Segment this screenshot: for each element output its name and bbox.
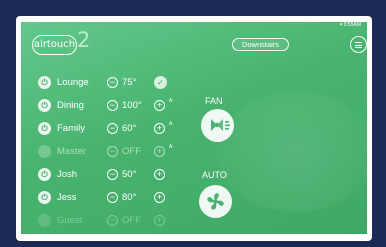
auto-mark: A — [169, 121, 173, 127]
zone-row-master: ⏻ Master − OFF + A — [38, 144, 208, 161]
auto-mark: A — [169, 98, 173, 104]
increase-button[interactable]: + — [154, 123, 165, 134]
mode-button[interactable] — [199, 185, 232, 218]
zone-row-jess: ⏻ Jess − 80° + — [38, 191, 208, 207]
fan-label: FAN — [205, 96, 223, 106]
decrease-button[interactable]: − — [107, 77, 118, 88]
decrease-button[interactable]: − — [107, 146, 118, 157]
zone-name: Jess — [57, 192, 77, 203]
app-screen: ▾ 9:55AM airtouch 2 Downstairs ⏻ Lounge … — [21, 22, 367, 234]
zone-value: 100° — [122, 100, 142, 111]
decrease-button[interactable]: − — [107, 100, 118, 111]
auto-mark: A — [169, 144, 173, 150]
increase-button[interactable]: + — [154, 192, 165, 203]
logo-number: 2 — [77, 28, 91, 52]
wifi-icon: ▾ — [339, 22, 343, 28]
background-decoration — [217, 92, 367, 212]
zone-power-button[interactable]: ⏻ — [38, 76, 51, 89]
tablet-frame: ▾ 9:55AM airtouch 2 Downstairs ⏻ Lounge … — [16, 16, 372, 241]
zone-value: 60° — [122, 123, 137, 134]
decrease-button[interactable]: − — [107, 192, 118, 203]
zone-name: Master — [57, 146, 87, 157]
zone-row-josh: ⏻ Josh − 50° + — [38, 168, 208, 184]
zone-name: Josh — [57, 169, 78, 180]
zone-power-button[interactable]: ⏻ — [38, 191, 51, 204]
status-bar: ▾ 9:55AM — [21, 22, 367, 29]
zone-row-family: ⏻ Family − 60° + A — [38, 121, 208, 138]
decrease-button[interactable]: − — [107, 123, 118, 134]
logo-text: airtouch — [32, 35, 77, 55]
increase-button[interactable]: + — [154, 169, 165, 180]
increase-button[interactable]: + — [154, 215, 165, 226]
menu-icon — [355, 42, 362, 44]
increase-button[interactable]: + — [154, 100, 165, 111]
zone-power-button[interactable]: ⏻ — [38, 122, 51, 135]
zone-value: OFF — [122, 146, 141, 157]
fan-speed-icon — [211, 119, 230, 131]
check-icon[interactable]: ✓ — [154, 76, 167, 89]
zone-power-button[interactable]: ⏻ — [38, 99, 51, 112]
fan-icon — [207, 193, 224, 210]
app-logo: airtouch 2 — [32, 28, 90, 55]
zone-name: Family — [57, 123, 85, 134]
zone-row-guest: ⏻ Guest − OFF + — [38, 214, 208, 230]
decrease-button[interactable]: − — [107, 169, 118, 180]
decrease-button[interactable]: − — [107, 215, 118, 226]
zone-value: OFF — [122, 215, 141, 226]
menu-button[interactable] — [350, 36, 367, 53]
zone-power-button[interactable]: ⏻ — [38, 145, 51, 158]
zone-power-button[interactable]: ⏻ — [38, 168, 51, 181]
zone-row-dining: ⏻ Dining − 100° + A — [38, 98, 208, 115]
zone-value: 75° — [122, 77, 137, 88]
zone-value: 80° — [122, 192, 137, 203]
fan-speed-button[interactable] — [201, 109, 234, 142]
floor-select-button[interactable]: Downstairs — [232, 38, 289, 51]
zone-value: 50° — [122, 169, 137, 180]
zone-name: Dining — [57, 100, 84, 111]
status-time: 9:55AM — [343, 22, 361, 28]
zone-row-lounge: ⏻ Lounge − 75° ✓ — [38, 76, 208, 92]
zone-power-button[interactable]: ⏻ — [38, 214, 51, 227]
zone-name: Guest — [57, 215, 83, 226]
zone-name: Lounge — [57, 77, 89, 88]
increase-button[interactable]: + — [154, 146, 165, 157]
mode-label: AUTO — [202, 170, 227, 180]
